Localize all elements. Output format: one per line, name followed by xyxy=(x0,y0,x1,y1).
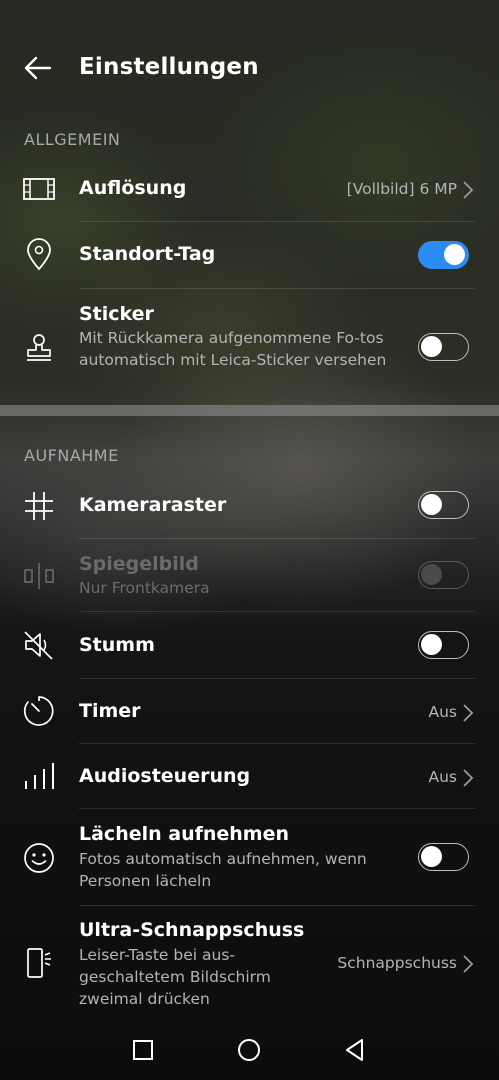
mirror-description: Nur Frontkamera xyxy=(79,579,210,597)
app-header: Einstellungen xyxy=(0,40,499,96)
triangle-back-icon[interactable] xyxy=(342,1037,368,1063)
ultra-snapshot-label: Ultra-Schnappschuss xyxy=(79,919,305,941)
stamp-icon xyxy=(27,334,51,361)
back-button[interactable] xyxy=(22,52,54,84)
ultra-snapshot-description: Leiser-Taste bei aus-geschaltetem Bildsc… xyxy=(79,946,271,1008)
location-tag-label: Standort-Tag xyxy=(79,243,216,265)
grid-icon xyxy=(25,492,53,520)
system-navigation-bar xyxy=(0,1020,499,1080)
toggle-knob xyxy=(444,244,465,265)
sticker-label: Sticker xyxy=(79,303,154,325)
section-label-general: ALLGEMEIN xyxy=(24,130,121,149)
setting-ultra-snapshot[interactable]: Ultra-Schnappschuss Leiser-Taste bei aus… xyxy=(0,906,499,1016)
chevron-right-icon xyxy=(463,769,474,787)
toggle-knob xyxy=(421,336,442,357)
setting-resolution[interactable]: Auflösung [Vollbild] 6 MP xyxy=(0,160,499,220)
toggle-knob xyxy=(421,634,442,655)
circle-home-icon[interactable] xyxy=(236,1037,262,1063)
resolution-value: [Vollbild] 6 MP xyxy=(346,180,457,198)
chevron-right-icon xyxy=(463,955,474,973)
smile-capture-toggle[interactable] xyxy=(418,843,469,871)
audio-control-value: Aus xyxy=(428,768,457,786)
sticker-toggle[interactable] xyxy=(418,333,469,361)
setting-mute[interactable]: Stumm xyxy=(0,612,499,678)
timer-label: Timer xyxy=(79,700,141,722)
mirror-label: Spiegelbild xyxy=(79,553,199,575)
resolution-label: Auflösung xyxy=(79,177,187,199)
smile-capture-description: Fotos automatisch aufnehmen, wenn Person… xyxy=(79,850,367,890)
setting-sticker[interactable]: Sticker Mit Rückkamera aufgenommene Fo-t… xyxy=(0,289,499,399)
page-title: Einstellungen xyxy=(79,54,259,80)
chevron-right-icon xyxy=(463,704,474,722)
arrow-left-icon xyxy=(24,56,52,80)
sticker-description: Mit Rückkamera aufgenommene Fo-tos autom… xyxy=(79,329,387,369)
setting-smile-capture[interactable]: Lächeln aufnehmen Fotos automatisch aufn… xyxy=(0,809,499,905)
ultra-snapshot-value: Schnappschuss xyxy=(337,954,457,972)
toggle-knob xyxy=(421,494,442,515)
chevron-right-icon xyxy=(463,181,474,199)
location-tag-toggle[interactable] xyxy=(418,241,469,269)
smiley-icon xyxy=(24,843,54,873)
mute-label: Stumm xyxy=(79,634,155,656)
setting-timer[interactable]: Timer Aus xyxy=(0,679,499,743)
smile-capture-label: Lächeln aufnehmen xyxy=(79,823,290,845)
mirror-icon xyxy=(24,563,54,589)
toggle-knob xyxy=(421,846,442,867)
setting-audio-control[interactable]: Audiosteuerung Aus xyxy=(0,744,499,808)
setting-camera-grid[interactable]: Kameraraster xyxy=(0,474,499,538)
mute-toggle[interactable] xyxy=(418,631,469,659)
phone-side-button-icon xyxy=(27,948,51,978)
toggle-knob xyxy=(421,564,442,585)
location-pin-icon xyxy=(27,238,51,271)
speaker-muted-icon xyxy=(24,631,53,660)
audio-control-label: Audiosteuerung xyxy=(79,765,251,787)
camera-grid-label: Kameraraster xyxy=(79,494,227,516)
timer-value: Aus xyxy=(428,703,457,721)
setting-location-tag[interactable]: Standort-Tag xyxy=(0,222,499,288)
mirror-toggle[interactable] xyxy=(418,561,469,589)
audio-bars-icon xyxy=(25,763,54,789)
setting-mirror[interactable]: Spiegelbild Nur Frontkamera xyxy=(0,539,499,611)
camera-grid-toggle[interactable] xyxy=(418,491,469,519)
square-recent-icon[interactable] xyxy=(130,1037,156,1063)
film-frame-icon xyxy=(23,178,55,200)
section-label-capture: AUFNAHME xyxy=(24,446,119,465)
timer-icon xyxy=(23,696,54,726)
